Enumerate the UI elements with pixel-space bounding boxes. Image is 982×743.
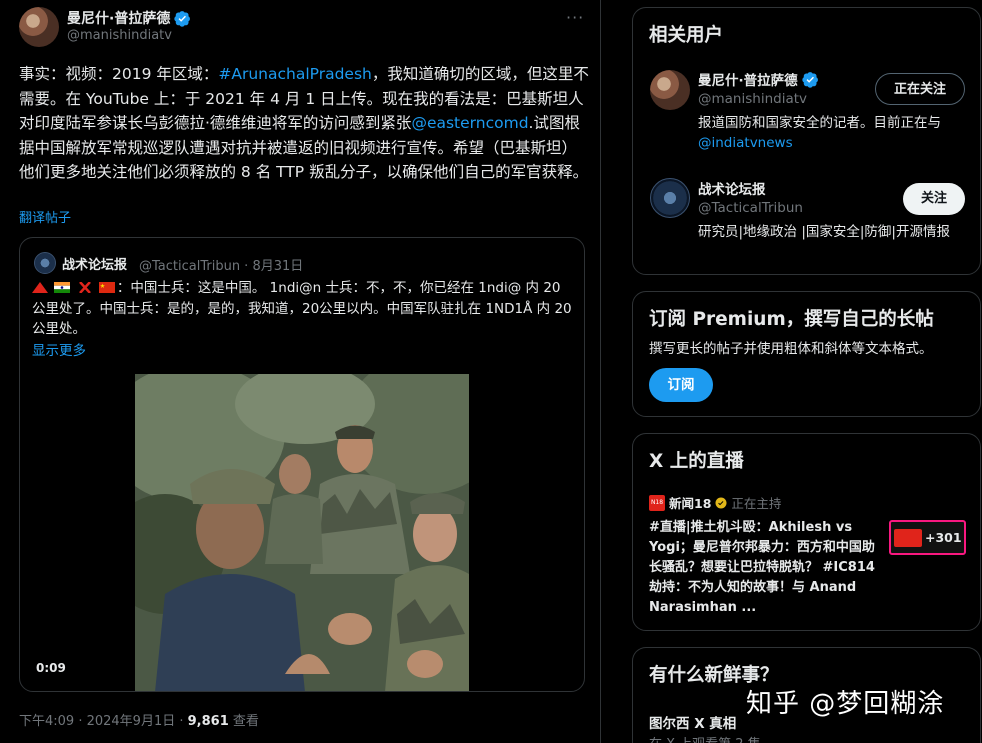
live-status: 正在主持 [731, 496, 782, 511]
author-name-text[interactable]: 曼尼什·普拉萨德 [67, 8, 170, 28]
author-name[interactable]: 曼尼什·普拉萨德 [67, 8, 191, 28]
tactical-tribun-bio: 研究员|地缘政治 |国家安全|防御|开源情报 [698, 224, 950, 240]
author-avatar[interactable] [19, 7, 59, 47]
related-user-handle[interactable]: @manishindiatv [698, 91, 807, 107]
author-handle[interactable]: @manishindiatv [67, 28, 172, 43]
verified-badge-icon [801, 71, 818, 88]
tactical-tribun-handle[interactable]: @TacticalTribun [698, 200, 803, 216]
red-triangle-icon [32, 282, 48, 293]
show-more-link[interactable]: 显示更多 [32, 339, 86, 359]
timestamp[interactable]: 下午4:09 · 2024年9月1日 · [19, 714, 188, 729]
translate-post-link[interactable]: 翻译帖子 [19, 207, 71, 226]
tweet-text-part1: 事实：视频：2019 年区域： [19, 65, 219, 83]
cross-mark-icon [78, 282, 91, 293]
premium-card: 订阅 Premium，撰写自己的长帖 撰写更长的帖子并使用粗体和斜体等文本格式。… [632, 291, 981, 417]
views-count: 9,861 [187, 714, 229, 729]
live-listeners-badge[interactable]: +301 [889, 520, 966, 555]
quote-text: ：中国士兵：这是中国。 1ndi@n 士兵：不，不，你已经在 1ndi@ 内 2… [32, 278, 577, 340]
whats-new-item-title[interactable]: 图尔西 X 真相 [649, 712, 736, 732]
video-thumbnail[interactable] [135, 374, 469, 691]
more-options-icon[interactable]: ··· [566, 8, 584, 27]
listener-count: +301 [925, 530, 962, 545]
follow-button[interactable]: 关注 [903, 183, 965, 215]
views-label: 查看 [228, 714, 259, 729]
quote-author-handle-date: @TacticalTribun · 8月31日 [139, 259, 304, 274]
quote-author-avatar[interactable] [34, 252, 56, 274]
related-users-card: 相关用户 曼尼什·普拉萨德 @manishindiatv 正在关注 报道国防和国… [632, 7, 981, 275]
hashtag-link[interactable]: #ArunachalPradesh [218, 65, 371, 83]
live-host-row[interactable]: N18 新闻18 正在主持 [649, 493, 781, 512]
tactical-tribun-avatar[interactable] [650, 178, 690, 218]
china-flag-icon [98, 282, 115, 293]
gold-verified-icon [715, 497, 727, 508]
related-user-bio: 报道国防和国家安全的记者。目前正在与 @indiatvnews [698, 113, 963, 153]
subscribe-button[interactable]: 订阅 [649, 368, 713, 402]
live-headline[interactable]: #直播|推土机斗殴：Akhilesh vs Yogi；曼尼普尔邦暴力：西方和中国… [649, 518, 879, 618]
video-scene-image [135, 374, 469, 691]
bio-mention-link[interactable]: @indiatvnews [698, 135, 793, 151]
premium-title: 订阅 Premium，撰写自己的长帖 [649, 309, 934, 330]
quoted-tweet[interactable]: 战术论坛报 @TacticalTribun · 8月31日 ：中国士兵：这是中国… [19, 237, 585, 692]
related-user-name[interactable]: 曼尼什·普拉萨德 [698, 69, 819, 89]
live-thumbnail-icon [894, 529, 922, 547]
tweet-text: 事实：视频：2019 年区域：#ArunachalPradesh，我知道确切的区… [19, 62, 589, 185]
india-flag-icon [54, 282, 71, 293]
live-title: X 上的直播 [649, 451, 744, 472]
tactical-tribun-name[interactable]: 战术论坛报 [698, 178, 766, 198]
verified-badge-icon [174, 10, 191, 27]
related-users-title: 相关用户 [649, 25, 724, 46]
main-column: 曼尼什·普拉萨德 @manishindiatv ··· 事实：视频：2019 年… [0, 0, 601, 743]
related-user-bio-text: 报道国防和国家安全的记者。目前正在与 [698, 115, 941, 131]
whats-new-item-sub: 在 X 上观看第 2 集 [649, 733, 761, 743]
live-card: X 上的直播 N18 新闻18 正在主持 #直播|推土机斗殴：Akhilesh … [632, 433, 981, 631]
news18-logo-icon: N18 [649, 494, 665, 511]
tweet-footer: 下午4:09 · 2024年9月1日 · 9,861 查看 [19, 710, 259, 729]
mention-link[interactable]: @easterncomd [411, 114, 528, 132]
related-user-name-text[interactable]: 曼尼什·普拉萨德 [698, 69, 798, 89]
quote-author-name[interactable]: 战术论坛报 [62, 254, 127, 273]
premium-description: 撰写更长的帖子并使用粗体和斜体等文本格式。 [649, 341, 933, 357]
related-user-avatar[interactable] [650, 70, 690, 110]
following-button[interactable]: 正在关注 [875, 73, 965, 105]
live-channel-name[interactable]: 新闻18 [669, 493, 711, 512]
zhihu-watermark: 知乎 @梦回糊涂 [746, 689, 945, 719]
video-duration: 0:09 [36, 661, 66, 675]
